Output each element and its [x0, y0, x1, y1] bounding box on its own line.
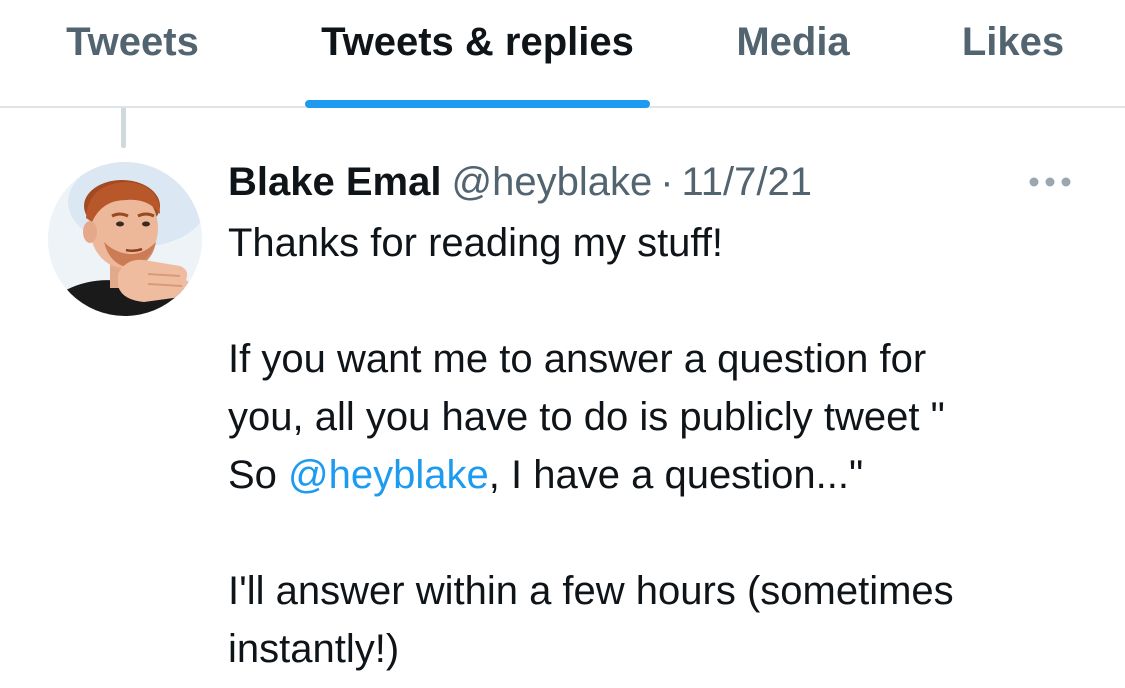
mention-link[interactable]: @heyblake [288, 453, 489, 497]
tweet-text: Thanks for reading my stuff! If you want… [228, 214, 1108, 678]
tweet-text-line: you, all you have to do is publicly twee… [228, 395, 945, 439]
avatar[interactable] [48, 162, 202, 316]
active-tab-indicator [305, 100, 650, 108]
tab-tweets-and-replies-label: Tweets & replies [321, 20, 634, 64]
tweet-text-line: If you want me to answer a question for [228, 337, 927, 381]
tab-tweets-label: Tweets [66, 20, 199, 64]
tweet-text-line: So @heyblake, I have a question..." [228, 446, 1108, 504]
more-options-button[interactable] [1018, 162, 1082, 202]
more-dots-icon [1029, 177, 1071, 187]
tab-media-label: Media [736, 20, 850, 64]
tweet-text-line: I'll answer within a few hours (sometime… [228, 569, 954, 613]
tweet-header: Blake Emal @heyblake · 11/7/21 [228, 158, 812, 208]
header-separator: · [660, 160, 674, 204]
author-handle[interactable]: @heyblake [451, 160, 652, 204]
profile-tabs: Tweets Tweets & replies Media Likes [0, 0, 1125, 108]
tab-likes-label: Likes [961, 20, 1065, 64]
tab-likes[interactable]: Likes [938, 0, 1088, 106]
tweet-date[interactable]: 11/7/21 [682, 160, 813, 204]
tweet-text-line: Thanks for reading my stuff! [228, 221, 724, 265]
tab-media[interactable]: Media [712, 0, 874, 106]
avatar-photo-icon [48, 162, 202, 316]
tweet-text-segment: , I have a question..." [488, 453, 864, 497]
tweet-text-line: instantly!) [228, 627, 400, 671]
tab-tweets-and-replies[interactable]: Tweets & replies [290, 0, 665, 108]
tab-tweets[interactable]: Tweets [30, 0, 235, 106]
tweet-text-segment: So [228, 453, 289, 497]
author-name[interactable]: Blake Emal [228, 160, 441, 204]
thread-connector-line [121, 108, 126, 148]
